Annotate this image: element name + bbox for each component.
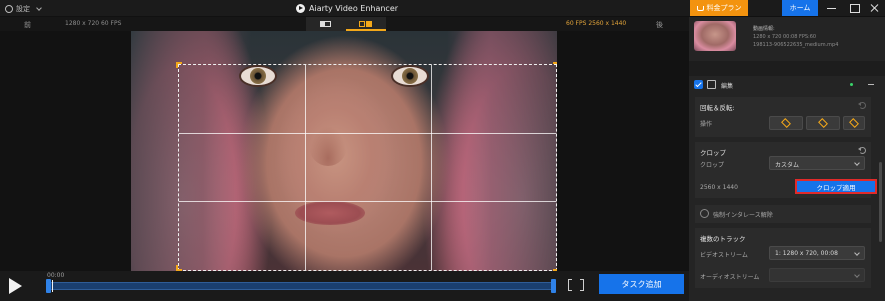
flip-horizontal-icon <box>818 118 828 128</box>
audio-stream-label: オーディオストリーム <box>700 274 760 281</box>
deinterlace-label: 強制インタレース解除 <box>713 212 773 219</box>
rotate-button[interactable] <box>769 116 803 130</box>
apply-crop-button[interactable]: クロップ適用 <box>795 179 877 194</box>
rotate-icon <box>781 118 791 128</box>
deinterlace-row[interactable]: 強制インタレース解除 <box>695 205 871 223</box>
output-info: 60 FPS 2560 x 1440 <box>566 20 627 27</box>
crop-rectangle[interactable] <box>178 64 557 271</box>
collapse-icon[interactable] <box>868 84 874 85</box>
video-stream-select[interactable]: 1: 1280 x 720, 00:08 <box>769 246 865 260</box>
pricing-button[interactable]: 料金プラン <box>690 0 748 16</box>
playback-bar: 00:00 タスク追加 <box>0 271 689 301</box>
edit-section-header[interactable]: 編集 <box>694 78 878 93</box>
after-label: 後 <box>656 21 663 29</box>
trim-start-handle[interactable] <box>46 279 51 293</box>
audio-stream-select[interactable] <box>769 268 865 282</box>
home-button[interactable]: ホーム <box>782 0 818 16</box>
panel-scrollbar[interactable] <box>879 162 882 242</box>
chevron-down-icon <box>854 250 860 256</box>
crop-handle[interactable] <box>176 62 182 68</box>
settings-label: 設定 <box>16 4 30 13</box>
trim-end-handle[interactable] <box>551 279 556 293</box>
reset-rotate-icon[interactable] <box>858 102 866 109</box>
deinterlace-checkbox[interactable] <box>700 209 709 218</box>
rotate-op-label: 操作 <box>700 121 713 128</box>
edit-icon <box>707 80 716 89</box>
single-view-tab[interactable] <box>306 17 346 31</box>
file-info-specs: 1280 x 720 00:08 FPS:60 <box>753 34 817 40</box>
chevron-down-icon <box>36 4 42 11</box>
video-thumbnail[interactable] <box>694 21 736 51</box>
app-title: Aiarty Video Enhancer <box>296 2 398 15</box>
split-view-icon <box>359 21 372 27</box>
crop-mode-value: カスタム <box>775 162 800 169</box>
single-view-icon <box>320 21 331 27</box>
status-dot <box>850 83 853 86</box>
rotate-title: 回転＆反転: <box>700 104 735 112</box>
tracks-group: 複数のトラック ビデオストリーム 1: 1280 x 720, 00:08 オー… <box>695 228 871 288</box>
crop-label: クロップ <box>700 162 725 169</box>
current-time: 00:00 <box>47 272 65 279</box>
title-bar: 設定 Aiarty Video Enhancer 料金プラン ホーム <box>0 0 885 17</box>
crop-resolution: 2560 x 1440 <box>700 184 738 191</box>
playhead[interactable] <box>52 280 53 292</box>
view-mode-tabs <box>306 17 386 31</box>
file-info: 動画情報: 1280 x 720 00:08 FPS:60 198113-906… <box>753 25 863 49</box>
rotate-flip-group: 回転＆反転: 操作 <box>695 97 871 137</box>
timeline-track[interactable] <box>47 282 555 290</box>
set-out-point-icon[interactable] <box>580 279 584 291</box>
chevron-down-icon <box>854 160 860 166</box>
tracks-title: 複数のトラック <box>700 235 746 243</box>
file-name: 198113-906522635_medium.mp4 <box>753 42 839 48</box>
add-task-button[interactable]: タスク追加 <box>599 274 684 294</box>
flip-horizontal-button[interactable] <box>806 116 840 130</box>
gear-icon <box>5 4 13 13</box>
close-icon[interactable] <box>869 3 880 13</box>
crop-mode-select[interactable]: カスタム <box>769 156 865 170</box>
before-label: 前 <box>24 21 31 29</box>
flip-vertical-button[interactable] <box>843 116 865 130</box>
video-frame <box>131 31 557 271</box>
chevron-down-icon <box>854 272 860 278</box>
cart-icon <box>696 5 704 11</box>
file-info-title: 動画情報: <box>753 26 775 32</box>
source-info: 1280 x 720 60 FPS <box>65 20 122 27</box>
preview-area <box>0 31 689 271</box>
app-title-text: Aiarty Video Enhancer <box>309 4 399 13</box>
edit-title: 編集 <box>721 83 734 90</box>
split-view-tab[interactable] <box>346 17 386 31</box>
set-in-point-icon[interactable] <box>568 279 572 291</box>
reset-crop-icon[interactable] <box>858 147 866 154</box>
video-stream-value: 1: 1280 x 720, 00:08 <box>775 250 838 257</box>
settings-menu[interactable]: 設定 <box>5 3 42 14</box>
edit-enable-checkbox[interactable] <box>694 80 703 89</box>
settings-panel: 動画情報: 1280 x 720 00:08 FPS:60 198113-906… <box>689 17 885 301</box>
minimize-icon[interactable] <box>826 3 837 13</box>
app-logo-icon <box>296 4 305 13</box>
video-stream-label: ビデオストリーム <box>700 252 748 259</box>
crop-title: クロップ <box>700 149 726 157</box>
pricing-label: 料金プラン <box>706 4 742 12</box>
flip-vertical-icon <box>849 118 859 128</box>
maximize-icon[interactable] <box>849 3 860 13</box>
play-icon[interactable] <box>9 278 22 294</box>
crop-handle[interactable] <box>553 62 557 68</box>
